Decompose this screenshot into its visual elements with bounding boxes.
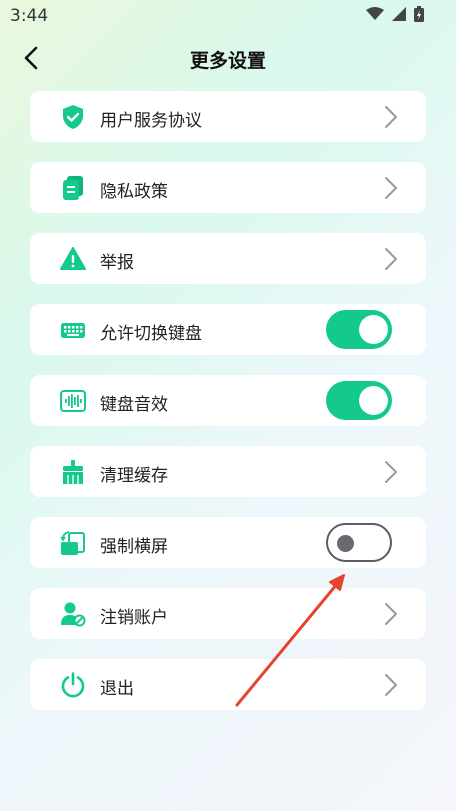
settings-item-clear-cache[interactable]: 清理缓存 — [30, 446, 426, 497]
rotate-screen-icon — [60, 531, 85, 555]
settings-item-force-landscape: 强制横屏 — [30, 517, 426, 568]
document-icon — [63, 176, 83, 200]
chevron-right-icon — [385, 177, 397, 199]
settings-item-delete-account[interactable]: 注销账户 — [30, 588, 426, 639]
settings-item-label: 退出 — [100, 679, 134, 699]
keyboard-icon — [61, 323, 85, 338]
settings-item-label: 允许切换键盘 — [100, 324, 202, 344]
sound-wave-icon — [60, 390, 86, 412]
keyboard-sound-toggle[interactable] — [326, 381, 392, 420]
toggle-knob — [359, 315, 388, 344]
toggle-knob — [337, 535, 354, 552]
battery-charging-icon — [414, 6, 424, 22]
settings-item-label: 举报 — [100, 253, 134, 273]
chevron-right-icon — [385, 106, 397, 128]
signal-icon — [392, 7, 406, 21]
settings-item-keyboard-sound: 键盘音效 — [30, 375, 426, 426]
wifi-icon — [366, 7, 384, 20]
settings-item-label: 强制横屏 — [100, 537, 168, 557]
settings-item-label: 用户服务协议 — [100, 111, 202, 131]
power-icon — [61, 672, 85, 698]
settings-item-privacy-policy[interactable]: 隐私政策 — [30, 162, 426, 213]
allow-keyboard-switch-toggle[interactable] — [326, 310, 392, 349]
force-landscape-toggle[interactable] — [326, 523, 392, 562]
status-time: 3:44 — [10, 6, 49, 26]
chevron-right-icon — [385, 248, 397, 270]
broom-icon — [63, 460, 83, 484]
settings-item-label: 注销账户 — [100, 608, 168, 628]
toggle-knob — [359, 386, 388, 415]
warning-icon — [60, 247, 86, 270]
user-remove-icon — [61, 602, 86, 627]
settings-item-user-agreement[interactable]: 用户服务协议 — [30, 91, 426, 142]
settings-list: 用户服务协议 隐私政策 举报 允许切换键盘 键盘音效 清理缓存 强制横屏 注销账… — [30, 91, 426, 730]
page-title: 更多设置 — [189, 50, 266, 72]
settings-item-label: 键盘音效 — [100, 395, 168, 415]
status-bar: 3:44 — [0, 0, 456, 32]
settings-item-logout[interactable]: 退出 — [30, 659, 426, 710]
settings-item-report[interactable]: 举报 — [30, 233, 426, 284]
chevron-right-icon — [385, 603, 397, 625]
status-icons — [366, 6, 424, 22]
chevron-right-icon — [385, 461, 397, 483]
settings-item-label: 清理缓存 — [100, 466, 168, 486]
settings-item-allow-keyboard-switch: 允许切换键盘 — [30, 304, 426, 355]
navigation-bar: 更多设置 — [0, 36, 456, 80]
chevron-right-icon — [385, 674, 397, 696]
settings-item-label: 隐私政策 — [100, 182, 168, 202]
shield-check-icon — [63, 105, 83, 129]
